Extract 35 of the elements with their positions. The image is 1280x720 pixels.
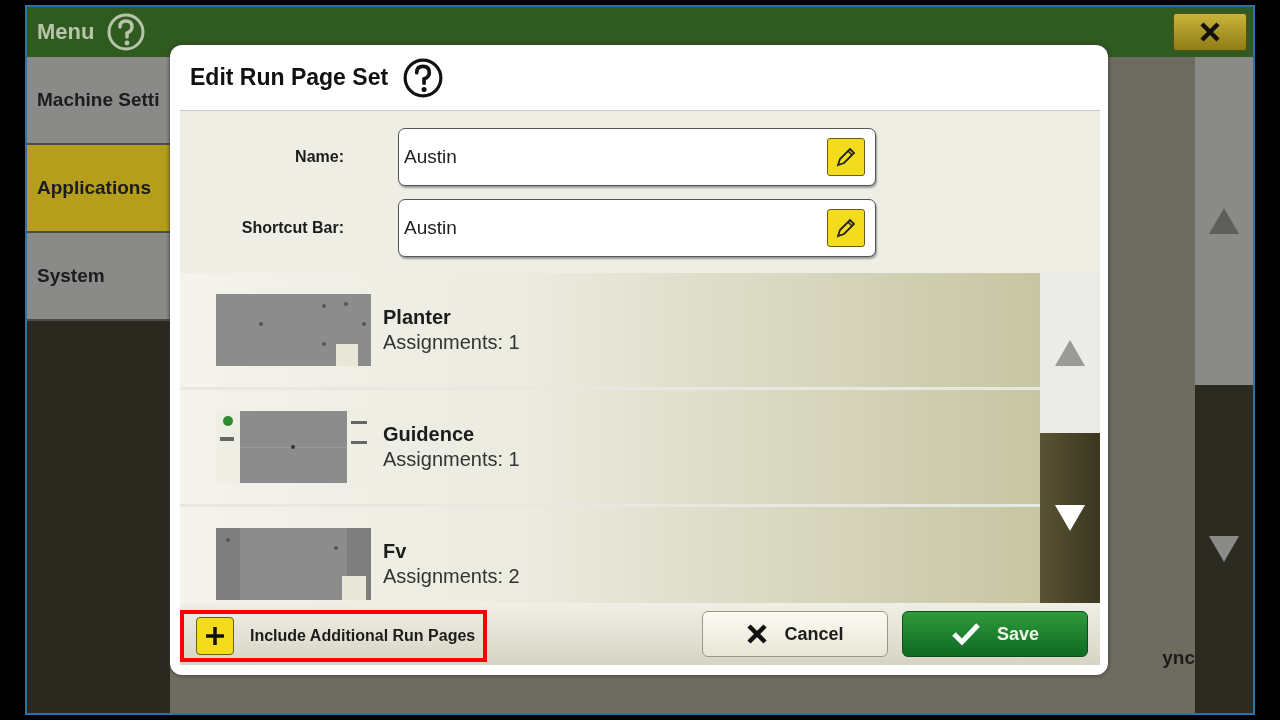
run-page-item[interactable]: Fv Assignments: 2	[180, 507, 1040, 603]
down-arrow-icon	[1055, 505, 1085, 531]
assignment-count: Assignments: 2	[383, 565, 520, 588]
cancel-button[interactable]: Cancel	[702, 611, 888, 657]
down-arrow-icon	[1209, 536, 1239, 562]
edit-button[interactable]	[827, 208, 865, 247]
include-pages-button[interactable]: Include Additional Run Pages	[184, 617, 476, 655]
menu-item[interactable]: System	[27, 233, 170, 321]
page-name: Planter	[383, 306, 452, 329]
assignment-count: Assignments: 1	[383, 448, 520, 471]
text-field[interactable]: Austin	[398, 127, 876, 186]
scroll-down-button[interactable]	[1040, 433, 1100, 603]
menu-title: Menu	[37, 19, 95, 45]
run-page-item[interactable]: Planter Assignments: 1	[180, 273, 1040, 387]
page-name: Fv	[383, 540, 408, 563]
checkmark-icon	[950, 622, 981, 646]
close-icon	[746, 623, 769, 645]
up-arrow-icon	[1209, 208, 1239, 234]
plus-icon	[196, 617, 234, 655]
text-field[interactable]: Austin	[398, 198, 876, 257]
close-icon	[1199, 21, 1221, 43]
assignment-count: Assignments: 1	[383, 331, 520, 354]
help-icon[interactable]	[402, 56, 445, 99]
dialog-title: Edit Run Page Set	[190, 64, 389, 91]
tile-label: ync	[1162, 647, 1195, 669]
menu-item[interactable]: Machine Setti	[27, 57, 170, 145]
up-arrow-icon	[1055, 340, 1085, 366]
close-button[interactable]	[1173, 13, 1247, 51]
save-button[interactable]: Save	[902, 611, 1088, 657]
menu-item[interactable]: Applications	[27, 145, 170, 233]
run-page-item[interactable]: Guidence Assignments: 1	[180, 390, 1040, 504]
field-label: Shortcut Bar:	[240, 218, 345, 237]
field-label: Name:	[294, 147, 345, 166]
edit-button[interactable]	[827, 137, 865, 176]
page-name: Guidence	[383, 423, 476, 446]
